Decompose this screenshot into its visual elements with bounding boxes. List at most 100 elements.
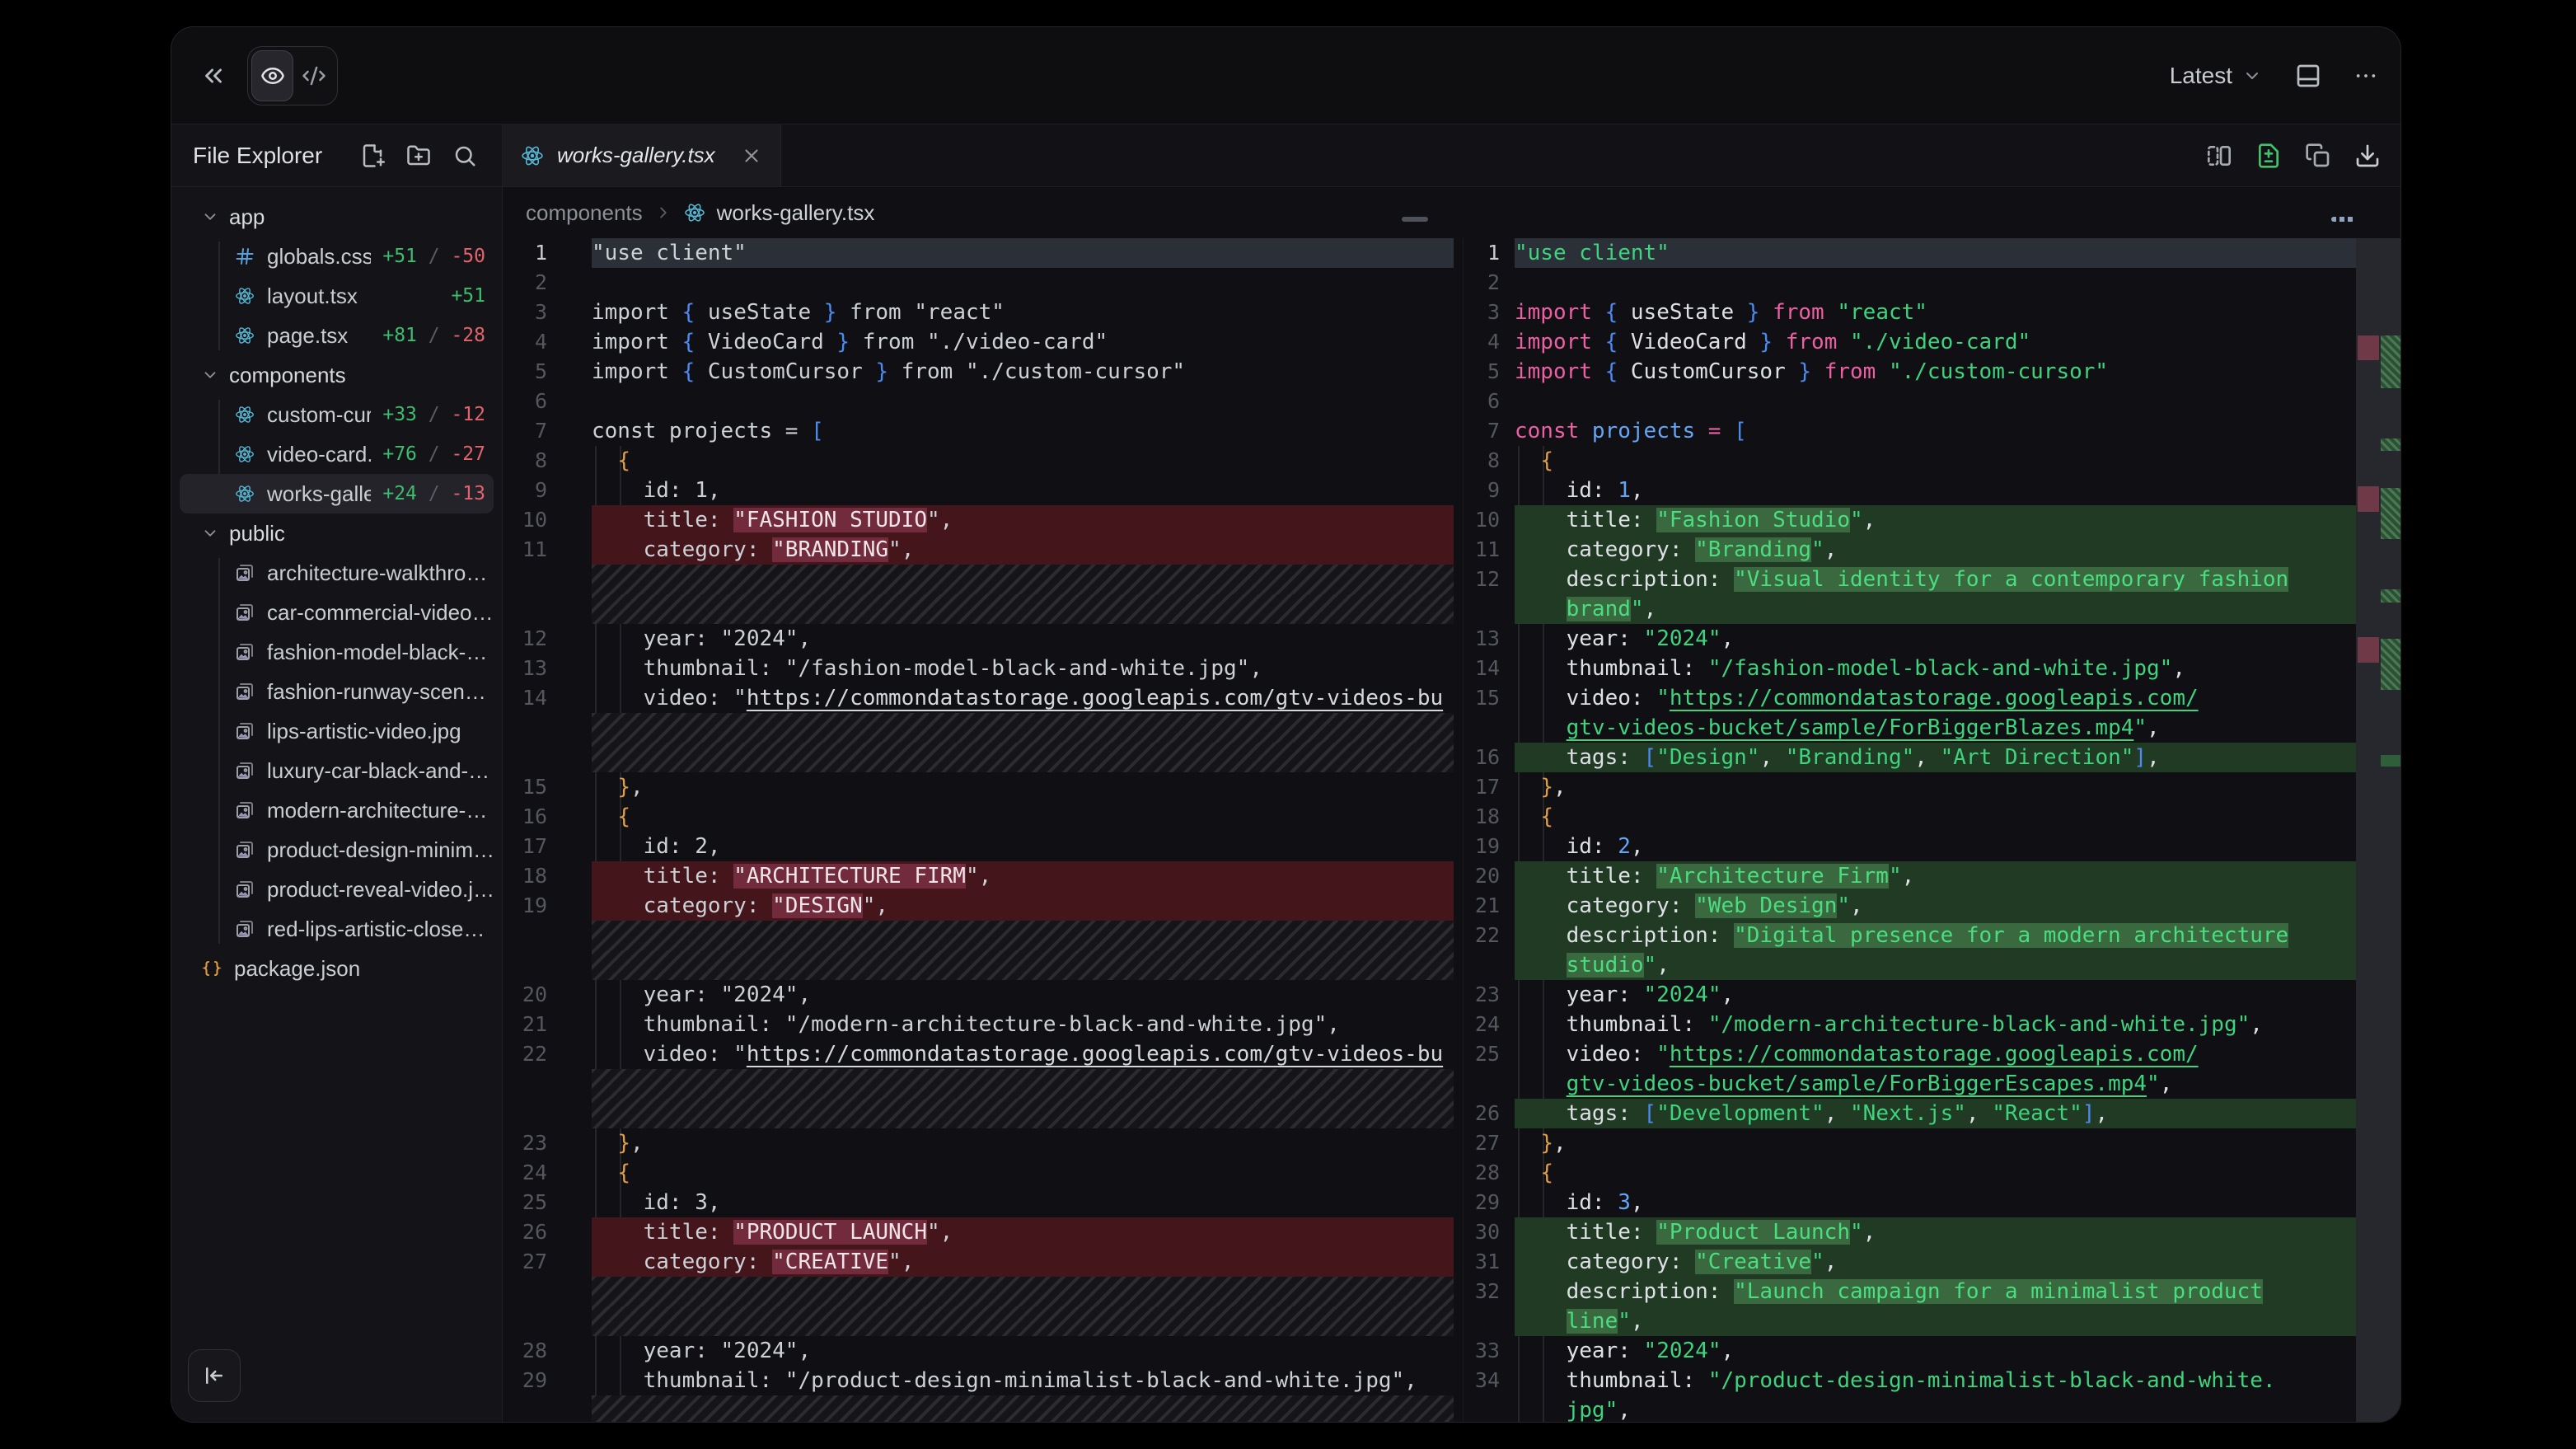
collapse-sidebar-button[interactable] — [188, 1349, 241, 1402]
diff-pane-original[interactable]: 1"use client"23import { useState } from … — [503, 238, 1454, 1422]
code-line: 23 }, — [503, 1128, 1454, 1158]
file-tree-item[interactable]: product-reveal-video.j… — [180, 870, 494, 909]
copy-file-button[interactable] — [2305, 143, 2331, 169]
search-files-button[interactable] — [452, 143, 477, 168]
split-diff-icon — [2206, 143, 2232, 169]
line-number: 14 — [503, 683, 592, 713]
line-number: 26 — [503, 1217, 592, 1247]
file-name: globals.css — [267, 244, 371, 270]
pane-divider[interactable] — [1454, 238, 1473, 1422]
diff-ruler-mark-del — [2358, 486, 2379, 512]
file-diff-icon — [2255, 143, 2282, 169]
file-tree-item[interactable]: works-galler…+24 / -13 — [180, 474, 494, 513]
code-line: 11 category: "Branding", — [1473, 535, 2356, 565]
diff-overview-ruler[interactable] — [2356, 238, 2401, 1422]
panel-bottom-icon — [2295, 63, 2321, 89]
code-line: 6 — [503, 387, 1454, 416]
file-tree-item[interactable]: globals.css+51 / -50 — [180, 237, 494, 276]
show-diff-button[interactable] — [2255, 143, 2282, 169]
file-tree-item[interactable]: lips-artistic-video.jpg — [180, 711, 494, 751]
code-line — [503, 1306, 1454, 1336]
line-number: 4 — [1473, 327, 1515, 357]
diff-pane-modified[interactable]: 1"use client"23import { useState } from … — [1473, 238, 2356, 1422]
file-tree-item[interactable]: layout.tsx+51 — [180, 276, 494, 316]
line-number: 16 — [1473, 743, 1515, 772]
diff-ruler-mark-add — [2381, 488, 2401, 539]
line-number — [1473, 713, 1515, 743]
line-number: 1 — [503, 238, 592, 268]
file-tree-item[interactable]: modern-architecture-… — [180, 790, 494, 830]
code-line: 7const projects = [ — [1473, 416, 2356, 446]
line-number: 29 — [503, 1366, 592, 1395]
collapse-panel-button[interactable] — [199, 62, 227, 90]
folder-tree-item[interactable]: app — [180, 197, 494, 237]
file-tree-item[interactable]: red-lips-artistic-close… — [180, 909, 494, 949]
file-tree: app globals.css+51 / -50layout.tsx+51page… — [171, 187, 502, 1422]
code-line: 14 thumbnail: "/fashion-model-black-and-… — [1473, 654, 2356, 683]
chevron-down-icon — [201, 366, 219, 384]
folder-tree-item[interactable]: public — [180, 513, 494, 553]
preview-toggle-button[interactable] — [251, 50, 293, 101]
file-tree-item[interactable]: video-card.tsx+76 / -27 — [180, 434, 494, 474]
line-number — [503, 1099, 592, 1128]
toggle-diff-view-button[interactable] — [2206, 143, 2232, 169]
version-dropdown[interactable]: Latest — [2170, 63, 2262, 89]
download-button[interactable] — [2354, 143, 2381, 169]
diff-view: 1"use client"23import { useState } from … — [503, 238, 2400, 1422]
breadcrumb-folder[interactable]: components — [526, 200, 643, 226]
code-line: 32 description: "Launch campaign for a m… — [1473, 1277, 2356, 1306]
more-options-button[interactable] — [2353, 63, 2379, 89]
panel-layout-button[interactable] — [2295, 63, 2321, 89]
file-tree-item[interactable]: architecture-walkthro… — [180, 553, 494, 593]
file-tree-item[interactable]: product-design-minim… — [180, 830, 494, 870]
chevron-right-icon — [654, 204, 672, 222]
line-number: 9 — [1473, 476, 1515, 505]
file-tree-item[interactable]: package.json — [180, 949, 494, 988]
code-line: 31 category: "Creative", — [1473, 1247, 2356, 1277]
file-tree-item[interactable]: luxury-car-black-and-… — [180, 751, 494, 790]
code-line: 16 tags: ["Design", "Branding", "Art Dir… — [1473, 743, 2356, 772]
code-line: 11 category: "BRANDING", — [503, 535, 1454, 565]
code-icon — [302, 63, 326, 88]
folder-tree-item[interactable]: components — [180, 355, 494, 395]
image-file-icon — [234, 800, 255, 820]
code-line: 4import { VideoCard } from "./video-card… — [503, 327, 1454, 357]
file-name: product-design-minim… — [267, 837, 494, 863]
react-file-icon — [521, 144, 544, 167]
breadcrumb-file[interactable]: works-gallery.tsx — [717, 200, 875, 226]
diff-ruler-mark-add — [2381, 589, 2401, 603]
chevron-down-icon — [201, 208, 219, 226]
image-file-icon — [234, 682, 255, 701]
folder-name: app — [229, 204, 265, 230]
css-file-icon — [234, 246, 255, 266]
code-line: 24 { — [503, 1158, 1454, 1188]
line-number: 2 — [503, 268, 592, 298]
code-line: 29 thumbnail: "/product-design-minimalis… — [503, 1366, 1454, 1395]
new-folder-icon — [406, 143, 431, 168]
file-tree-item[interactable]: car-commercial-video… — [180, 593, 494, 632]
code-line: 18 { — [1473, 802, 2356, 832]
breadcrumb: components works-gallery.tsx — [503, 187, 2400, 238]
react-file-icon — [234, 286, 255, 306]
code-line: jpg", — [1473, 1395, 2356, 1422]
file-tree-item[interactable]: page.tsx+81 / -28 — [180, 316, 494, 355]
file-tree-item[interactable]: fashion-model-black-… — [180, 632, 494, 672]
line-number: 21 — [503, 1010, 592, 1039]
line-number — [503, 950, 592, 980]
line-number: 17 — [503, 832, 592, 861]
line-number: 30 — [1473, 1217, 1515, 1247]
line-number: 15 — [503, 772, 592, 802]
right-pane-scrollbar[interactable] — [2331, 217, 2354, 222]
tab-works-gallery[interactable]: works-gallery.tsx — [503, 124, 781, 186]
new-folder-button[interactable] — [406, 143, 431, 168]
file-tree-item[interactable]: fashion-runway-scen… — [180, 672, 494, 711]
new-file-button[interactable] — [360, 143, 385, 168]
left-pane-scrollbar[interactable] — [1402, 217, 1428, 222]
search-icon — [452, 143, 477, 168]
code-toggle-button[interactable] — [293, 50, 334, 101]
file-tree-item[interactable]: custom-curs…+33 / -12 — [180, 395, 494, 434]
close-tab-icon[interactable] — [741, 145, 762, 166]
file-name: package.json — [234, 956, 360, 982]
diff-stats: +76 / -27 — [382, 443, 494, 465]
code-line: 33 year: "2024", — [1473, 1336, 2356, 1366]
